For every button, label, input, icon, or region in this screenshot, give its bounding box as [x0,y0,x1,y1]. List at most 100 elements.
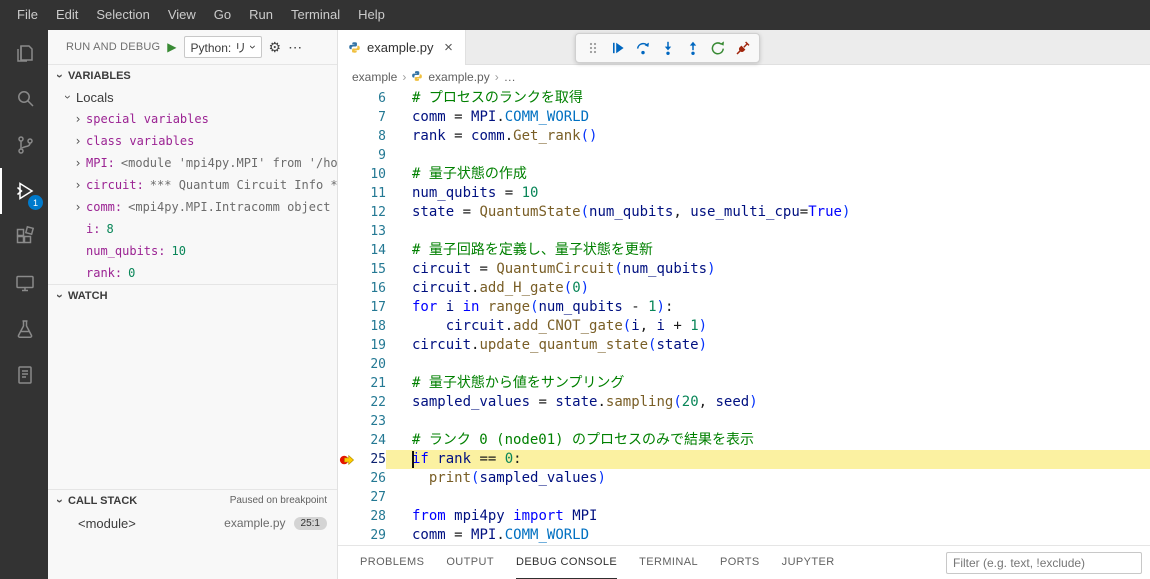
step-out-button[interactable] [680,36,705,60]
breakpoint-slot[interactable] [338,393,355,412]
code-line-6[interactable]: 6# プロセスのランクを取得 [338,89,1150,108]
code-line-content[interactable]: for i in range(num_qubits - 1): [386,298,1150,317]
restart-button[interactable] [705,36,730,60]
breakpoint-slot[interactable] [338,146,355,165]
code-line-12[interactable]: 12state = QuantumState(num_qubits, use_m… [338,203,1150,222]
code-line-28[interactable]: 28from mpi4py import MPI [338,507,1150,526]
breakpoint-slot[interactable] [338,488,355,507]
code-line-content[interactable] [386,222,1150,241]
variable-row[interactable]: ›special variables [48,108,337,130]
breakpoint-slot[interactable] [338,507,355,526]
code-line-content[interactable]: circuit.update_quantum_state(state) [386,336,1150,355]
code-line-content[interactable]: sampled_values = state.sampling(20, seed… [386,393,1150,412]
breadcrumb-item[interactable]: … [504,70,516,84]
code-line-11[interactable]: 11num_qubits = 10 [338,184,1150,203]
code-line-content[interactable]: num_qubits = 10 [386,184,1150,203]
breakpoint-slot[interactable] [338,317,355,336]
gutter-line-25[interactable]: 25 [338,450,386,469]
breakpoint-slot[interactable] [338,165,355,184]
gutter-line-20[interactable]: 20 [338,355,386,374]
gutter-line-10[interactable]: 10 [338,165,386,184]
code-line-content[interactable]: comm = MPI.COMM_WORLD [386,526,1150,545]
watch-section-header[interactable]: › WATCH [48,284,337,306]
breakpoint-slot[interactable] [338,222,355,241]
code-line-21[interactable]: 21# 量子状態から値をサンプリング [338,374,1150,393]
code-line-9[interactable]: 9 [338,146,1150,165]
panel-tab-problems[interactable]: PROBLEMS [360,546,424,579]
code-line-22[interactable]: 22sampled_values = state.sampling(20, se… [338,393,1150,412]
menu-go[interactable]: Go [205,0,240,30]
code-line-13[interactable]: 13 [338,222,1150,241]
panel-tab-ports[interactable]: PORTS [720,546,760,579]
menu-view[interactable]: View [159,0,205,30]
stack-frame-row[interactable]: <module> example.py 25:1 [48,511,337,535]
code-line-content[interactable]: # 量子状態の作成 [386,165,1150,184]
breakpoint-slot[interactable] [338,203,355,222]
breadcrumb-item[interactable]: example [352,70,397,84]
code-line-content[interactable] [386,412,1150,431]
gutter-line-15[interactable]: 15 [338,260,386,279]
gutter-line-26[interactable]: 26 [338,469,386,488]
code-line-content[interactable]: if rank == 0: [386,450,1150,469]
panel-tab-debug-console[interactable]: DEBUG CONSOLE [516,546,617,579]
menu-terminal[interactable]: Terminal [282,0,349,30]
variable-row[interactable]: ›class variables [48,130,337,152]
gutter-line-18[interactable]: 18 [338,317,386,336]
gutter-line-28[interactable]: 28 [338,507,386,526]
variable-row[interactable]: num_qubits:10 [48,240,337,262]
breakpoint-slot[interactable] [338,336,355,355]
breakpoint-slot[interactable] [338,260,355,279]
code-line-26[interactable]: 26 print(sampled_values) [338,469,1150,488]
variables-section-header[interactable]: › VARIABLES [48,64,337,86]
code-line-content[interactable]: state = QuantumState(num_qubits, use_mul… [386,203,1150,222]
breakpoint-slot[interactable] [338,279,355,298]
gutter-line-9[interactable]: 9 [338,146,386,165]
activity-extensions[interactable] [0,214,48,260]
variable-row[interactable]: ›MPI:<module 'mpi4py.MPI' from '/home… [48,152,337,174]
continue-button[interactable] [605,36,630,60]
activity-remote-explorer[interactable] [0,260,48,306]
menu-file[interactable]: File [8,0,47,30]
breakpoint-slot[interactable] [338,431,355,450]
code-line-content[interactable]: circuit.add_CNOT_gate(i, i + 1) [386,317,1150,336]
breakpoint-slot[interactable] [338,412,355,431]
code-line-7[interactable]: 7comm = MPI.COMM_WORLD [338,108,1150,127]
start-debug-icon[interactable]: ▶ [167,40,176,54]
tab-example-py[interactable]: example.py × [338,30,466,65]
gutter-line-24[interactable]: 24 [338,431,386,450]
breakpoint-slot[interactable] [338,298,355,317]
step-into-button[interactable] [655,36,680,60]
panel-tab-terminal[interactable]: TERMINAL [639,546,698,579]
activity-source-control[interactable] [0,122,48,168]
code-line-content[interactable]: circuit.add_H_gate(0) [386,279,1150,298]
gutter-line-11[interactable]: 11 [338,184,386,203]
menu-selection[interactable]: Selection [87,0,158,30]
debug-config-dropdown[interactable]: Python: リ › [184,36,262,58]
activity-notebook[interactable] [0,352,48,398]
gear-icon[interactable]: ⚙ [269,39,282,56]
code-line-19[interactable]: 19circuit.update_quantum_state(state) [338,336,1150,355]
more-actions-icon[interactable]: ⋯ [288,39,302,56]
code-line-content[interactable]: from mpi4py import MPI [386,507,1150,526]
code-line-content[interactable]: # ランク 0 (node01) のプロセスのみで結果を表示 [386,431,1150,450]
code-line-content[interactable] [386,488,1150,507]
code-line-content[interactable]: print(sampled_values) [386,469,1150,488]
code-line-14[interactable]: 14# 量子回路を定義し、量子状態を更新 [338,241,1150,260]
breakpoint-slot[interactable] [338,526,355,545]
gutter-line-27[interactable]: 27 [338,488,386,507]
toolbar-drag-handle[interactable] [580,36,605,60]
menu-help[interactable]: Help [349,0,394,30]
disconnect-button[interactable] [730,36,755,60]
gutter-line-12[interactable]: 12 [338,203,386,222]
code-line-18[interactable]: 18 circuit.add_CNOT_gate(i, i + 1) [338,317,1150,336]
breadcrumb-item[interactable]: example.py [428,70,489,84]
activity-explorer[interactable] [0,30,48,76]
gutter-line-17[interactable]: 17 [338,298,386,317]
code-line-20[interactable]: 20 [338,355,1150,374]
variables-scope-locals[interactable]: ›Locals [48,86,337,108]
gutter-line-22[interactable]: 22 [338,393,386,412]
breakpoint-slot[interactable] [338,108,355,127]
code-line-content[interactable]: # 量子状態から値をサンプリング [386,374,1150,393]
code-line-29[interactable]: 29comm = MPI.COMM_WORLD [338,526,1150,545]
code-editor[interactable]: 6# プロセスのランクを取得7comm = MPI.COMM_WORLD8ran… [338,89,1150,545]
